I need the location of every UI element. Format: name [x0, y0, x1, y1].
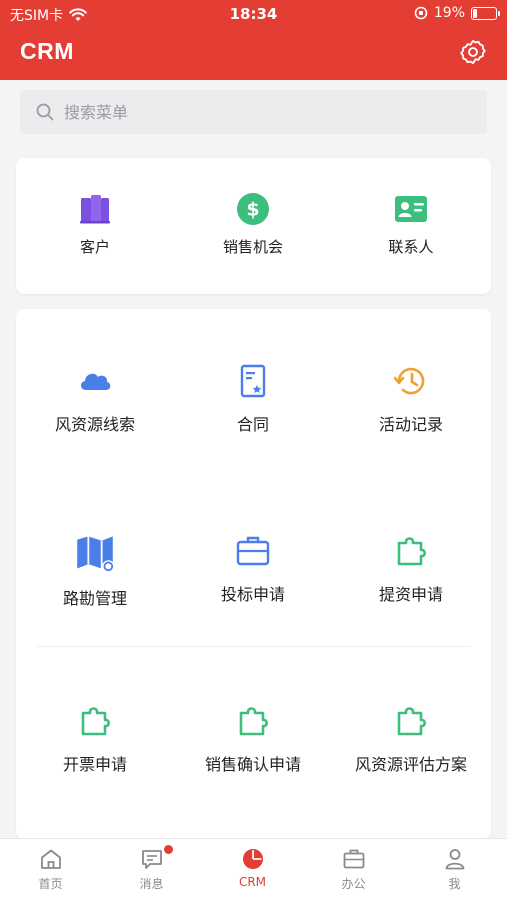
- page-title: CRM: [20, 38, 74, 64]
- menu-item-label: 提资申请: [378, 585, 443, 604]
- menu-item-label: 开票申请: [62, 755, 127, 774]
- unread-badge: [164, 845, 173, 854]
- puzzle-icon: [397, 707, 427, 736]
- menu-item-label: 活动记录: [378, 415, 443, 434]
- quick-access-card: 客户 $ 销售机会 联系人: [16, 158, 491, 294]
- menu-item-route-survey[interactable]: 路勘管理: [16, 533, 174, 609]
- menu-item-label: 销售确认申请: [204, 755, 301, 774]
- dollar-icon: $: [237, 193, 269, 225]
- message-icon: [141, 850, 162, 869]
- menu-item-contacts[interactable]: 联系人: [332, 192, 490, 257]
- menu-item-label: 联系人: [388, 238, 434, 256]
- menu-item-contract[interactable]: 合同: [174, 363, 332, 435]
- menu-item-bid-application[interactable]: 投标申请: [174, 533, 332, 605]
- tab-label: 消息: [139, 877, 164, 891]
- battery-icon: [471, 6, 500, 20]
- menu-item-label: 合同: [236, 415, 269, 434]
- home-icon: [40, 849, 61, 869]
- battery-percent: 19%: [433, 5, 465, 21]
- menu-item-data-request[interactable]: 提资申请: [332, 533, 490, 605]
- menu-item-label: 客户: [79, 238, 110, 256]
- svg-text:$: $: [246, 199, 259, 221]
- menu-item-wind-assessment-plan[interactable]: 风资源评估方案: [332, 703, 490, 775]
- tab-crm[interactable]: CRM: [202, 847, 303, 889]
- tab-home[interactable]: 首页: [0, 847, 101, 892]
- menu-item-customer[interactable]: 客户: [16, 192, 174, 257]
- menu-item-label: 风资源线索: [54, 415, 135, 434]
- map-icon: [77, 536, 115, 573]
- search-icon: [36, 103, 54, 121]
- menu-item-invoice-application[interactable]: 开票申请: [16, 703, 174, 775]
- puzzle-icon: [397, 537, 427, 566]
- tab-office[interactable]: 办公: [303, 847, 404, 892]
- menu-item-sales-opportunity[interactable]: $ 销售机会: [174, 192, 332, 257]
- module-grid-card: 风资源线索 合同 活动记录 路勘管理 投标申请 提资申请 开票申请 销售确认申请…: [16, 309, 491, 839]
- briefcase-icon: [236, 536, 270, 566]
- tab-label: 首页: [38, 877, 63, 891]
- tab-label: 办公: [341, 877, 366, 891]
- history-clock-icon: [393, 367, 425, 395]
- contact-card-icon: [395, 196, 427, 222]
- pie-chart-icon: [242, 849, 263, 869]
- menu-item-label: 销售机会: [222, 238, 283, 256]
- settings-gear-icon[interactable]: [459, 38, 487, 66]
- orientation-lock-icon: [414, 6, 428, 20]
- cloud-icon: [80, 373, 111, 390]
- tab-label: 我: [448, 877, 461, 891]
- bottom-tab-bar: 首页 消息 CRM 办公 我: [0, 838, 507, 900]
- menu-item-label: 投标申请: [220, 585, 285, 604]
- search-bar[interactable]: [20, 90, 487, 134]
- menu-item-wind-resource-leads[interactable]: 风资源线索: [16, 363, 174, 435]
- row-divider: [36, 646, 471, 647]
- briefcase-icon: [343, 849, 364, 869]
- search-input[interactable]: [64, 102, 464, 122]
- status-right: 19%: [414, 5, 500, 21]
- menu-item-label: 路勘管理: [62, 589, 127, 608]
- menu-item-label: 风资源评估方案: [354, 755, 467, 774]
- header-bar: 无SIM卡 18:34 19% CRM: [0, 0, 507, 80]
- building-icon: [80, 195, 110, 224]
- menu-item-activity-log[interactable]: 活动记录: [332, 363, 490, 435]
- menu-item-sales-confirmation[interactable]: 销售确认申请: [174, 703, 332, 775]
- puzzle-icon: [81, 707, 111, 736]
- puzzle-icon: [239, 707, 269, 736]
- tab-messages[interactable]: 消息: [101, 845, 202, 892]
- tab-label: CRM: [238, 875, 267, 889]
- contract-icon: [240, 364, 266, 398]
- tab-me[interactable]: 我: [404, 847, 505, 892]
- status-bar: 无SIM卡 18:34 19%: [0, 0, 507, 28]
- person-icon: [445, 849, 464, 870]
